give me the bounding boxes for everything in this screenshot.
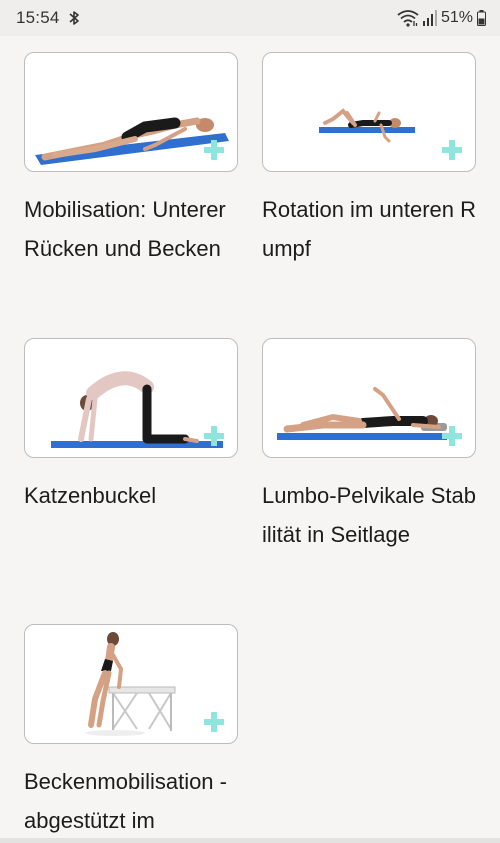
exercise-thumbnail[interactable]: [24, 52, 238, 172]
exercise-title[interactable]: Beckenmobilisation -abgestützt im: [24, 762, 238, 840]
exercise-title[interactable]: Lumbo-Pelvikale Stabilität in Seitlage: [262, 476, 476, 554]
exercise-thumbnail[interactable]: [262, 338, 476, 458]
plus-icon[interactable]: [203, 139, 225, 161]
plus-icon[interactable]: [441, 425, 463, 447]
exercise-title[interactable]: Katzenbuckel: [24, 476, 238, 515]
exercise-thumbnail[interactable]: [262, 52, 476, 172]
exercise-card[interactable]: Lumbo-Pelvikale Stabilität in Seitlage: [262, 338, 476, 554]
exercise-thumbnail[interactable]: [24, 624, 238, 744]
exercise-thumbnail[interactable]: [24, 338, 238, 458]
plus-icon[interactable]: [441, 139, 463, 161]
bluetooth-icon: [69, 11, 79, 25]
exercise-grid: Mobilisation: Unterer Rücken und Becken …: [0, 36, 500, 843]
exercise-card[interactable]: Mobilisation: Unterer Rücken und Becken: [24, 52, 238, 268]
signal-icon: [422, 10, 437, 26]
exercise-card[interactable]: Beckenmobilisation -abgestützt im: [24, 624, 238, 840]
status-right: 51%: [397, 8, 486, 28]
exercise-card[interactable]: Rotation im unteren Rumpf: [262, 52, 476, 268]
battery-percent: 51%: [440, 9, 473, 26]
status-bar: 15:54 51%: [0, 0, 500, 36]
bottom-edge: [0, 838, 500, 843]
plus-icon[interactable]: [203, 425, 225, 447]
battery-icon: [477, 10, 486, 26]
plus-icon[interactable]: [203, 711, 225, 733]
wifi-icon: [397, 10, 419, 27]
exercise-card[interactable]: Katzenbuckel: [24, 338, 238, 515]
status-time: 15:54: [16, 8, 60, 27]
exercise-title[interactable]: Rotation im unteren Rumpf: [262, 190, 476, 268]
exercise-title[interactable]: Mobilisation: Unterer Rücken und Becken: [24, 190, 238, 268]
